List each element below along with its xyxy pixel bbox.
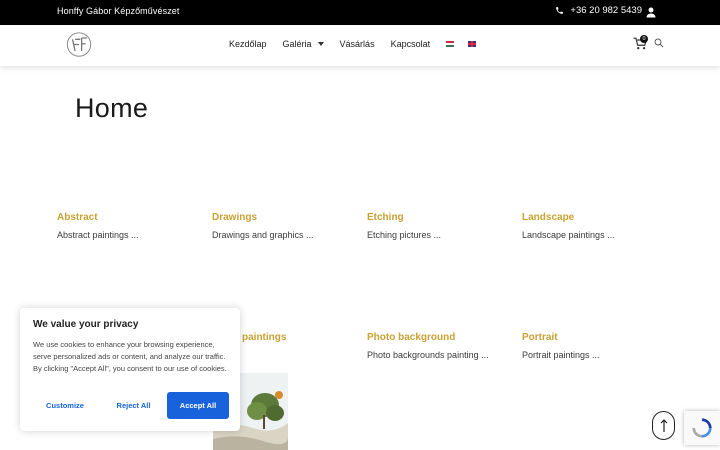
main-header: Kezdőlap Galéria Vásárlás Kapcsolat 0 <box>0 25 720 66</box>
flag-hu-icon[interactable] <box>446 41 455 47</box>
category-title[interactable]: Drawings <box>212 212 362 223</box>
phone-link[interactable]: +36 20 982 5439 <box>555 5 642 16</box>
nav-item-kezdolap[interactable]: Kezdőlap <box>229 39 267 49</box>
cookie-buttons: Customize Reject All Accept All <box>33 392 229 419</box>
cookie-text: We use cookies to enhance your browsing … <box>33 340 227 373</box>
scroll-to-top-button[interactable] <box>652 411 675 440</box>
category-title[interactable]: Photo background <box>367 332 517 343</box>
cookie-consent-banner: We value your privacy We use cookies to … <box>20 308 240 431</box>
site-brand-text: Honffy Gábor Képzőművészet <box>57 6 180 16</box>
category-portrait[interactable]: Portrait Portrait paintings ... <box>522 332 672 360</box>
category-drawings[interactable]: Drawings Drawings and graphics ... <box>212 212 362 240</box>
cookie-title: We value your privacy <box>33 319 139 330</box>
category-abstract[interactable]: Abstract Abstract paintings ... <box>57 212 207 240</box>
nav-item-kapcsolat[interactable]: Kapcsolat <box>391 39 431 49</box>
category-desc: Abstract paintings ... <box>57 230 139 240</box>
category-desc: Photo backgrounds painting ... <box>367 350 489 360</box>
page-title: Home <box>75 93 149 123</box>
nav-item-label: Kapcsolat <box>390 39 431 49</box>
nav-item-galeria[interactable]: Galéria <box>283 39 324 49</box>
cookie-customize-button[interactable]: Customize <box>33 392 97 419</box>
category-desc: Etching pictures ... <box>367 230 442 240</box>
cookie-reject-button[interactable]: Reject All <box>100 392 167 419</box>
top-bar: Honffy Gábor Képzőművészet +36 20 982 54… <box>0 0 720 25</box>
category-desc: Portrait paintings ... <box>522 350 600 360</box>
category-title[interactable]: Abstract <box>57 212 207 223</box>
flag-en-icon[interactable] <box>468 41 477 47</box>
nav-item-vasarlas[interactable]: Vásárlás <box>340 39 375 49</box>
cookie-accept-button[interactable]: Accept All <box>167 392 229 419</box>
main-nav: Kezdőlap Galéria Vásárlás Kapcsolat <box>229 39 490 49</box>
category-etching[interactable]: Etching Etching pictures ... <box>367 212 517 240</box>
category-photo-background[interactable]: Photo background Photo backgrounds paint… <box>367 332 517 360</box>
nav-item-label: Vásárlás <box>339 39 375 49</box>
user-icon[interactable] <box>646 7 656 18</box>
logo[interactable] <box>66 31 92 58</box>
phone-icon <box>556 7 564 14</box>
caret-down-icon <box>317 42 324 46</box>
category-desc: Landscape paintings ... <box>522 230 615 240</box>
nav-item-label: Galéria <box>282 39 312 49</box>
phone-number: +36 20 982 5439 <box>570 5 642 16</box>
category-landscape[interactable]: Landscape Landscape paintings ... <box>522 212 672 240</box>
category-title[interactable]: Landscape <box>522 212 672 223</box>
cart-count-badge: 0 <box>640 35 648 43</box>
recaptcha-badge[interactable] <box>684 411 720 445</box>
nav-item-label: Kezdőlap <box>229 39 267 49</box>
search-icon[interactable] <box>654 38 664 48</box>
arrow-up-icon <box>660 418 667 432</box>
recaptcha-icon <box>692 418 712 438</box>
category-title[interactable]: Portrait <box>522 332 672 343</box>
category-title[interactable]: Etching <box>367 212 517 223</box>
category-desc: Drawings and graphics ... <box>212 230 314 240</box>
